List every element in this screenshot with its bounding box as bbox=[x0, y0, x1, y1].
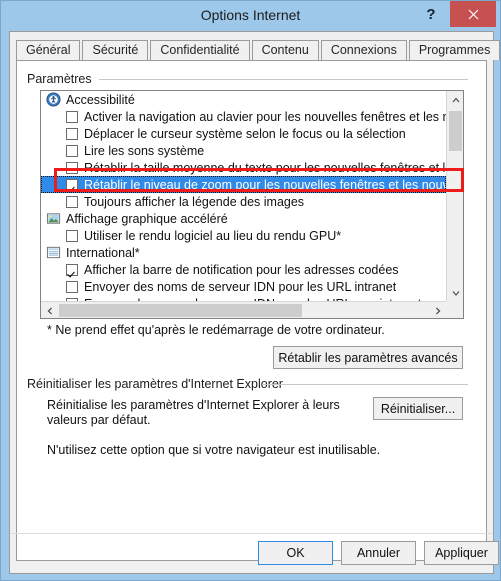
checkbox-unchecked-icon[interactable] bbox=[66, 144, 78, 157]
settings-list: Accessibilité Activer la navigation au c… bbox=[41, 91, 446, 301]
apply-button[interactable]: Appliquer bbox=[424, 541, 499, 565]
tab-securite[interactable]: Sécurité bbox=[82, 40, 149, 60]
list-item-label: Toujours afficher la légende des images bbox=[84, 194, 305, 209]
reset-button-label: Réinitialiser... bbox=[380, 401, 456, 416]
reset-group-rule bbox=[262, 384, 468, 385]
scroll-left-button[interactable] bbox=[41, 302, 58, 318]
list-item-label: Lire les sons système bbox=[84, 143, 205, 158]
checkbox-unchecked-icon[interactable] bbox=[66, 110, 78, 123]
apply-button-label: Appliquer bbox=[435, 546, 488, 560]
restart-footnote: * Ne prend effet qu'après le redémarrage… bbox=[47, 323, 385, 337]
listbox-vertical-scrollbar[interactable] bbox=[446, 91, 463, 301]
checkbox-unchecked-icon[interactable] bbox=[66, 229, 78, 242]
tab-page-avance: Paramètres Accessibilité Activer la navi… bbox=[16, 60, 487, 561]
list-item-checkbox-row[interactable]: Utiliser le rendu logiciel au lieu du re… bbox=[41, 227, 446, 244]
list-item-label: Rétablir le niveau de zoom pour les nouv… bbox=[84, 177, 446, 192]
list-item-label: Rétablir la taille moyenne du texte pour… bbox=[84, 160, 446, 175]
chevron-left-icon bbox=[47, 307, 52, 314]
checkbox-unchecked-icon[interactable] bbox=[66, 195, 78, 208]
list-category-accessibilite[interactable]: Accessibilité bbox=[41, 91, 446, 108]
settings-group-rule bbox=[99, 79, 468, 80]
tab-contenu[interactable]: Contenu bbox=[251, 40, 319, 60]
list-category-affichage-graphique[interactable]: Affichage graphique accéléré bbox=[41, 210, 446, 227]
reset-description: Réinitialise les paramètres d'Internet E… bbox=[47, 398, 340, 427]
reset-group-label: Réinitialiser les paramètres d'Internet … bbox=[27, 377, 289, 391]
list-item-checkbox-row[interactable]: Afficher la barre de notification pour l… bbox=[41, 261, 446, 278]
list-item-checkbox-row[interactable]: Envoyer des noms de serveur IDN pour les… bbox=[41, 278, 446, 295]
listbox-horizontal-scrollbar[interactable] bbox=[41, 301, 446, 318]
list-category-label: International* bbox=[66, 245, 140, 260]
close-icon bbox=[468, 9, 478, 19]
list-item-label: Activer la navigation au clavier pour le… bbox=[84, 109, 446, 124]
question-mark-icon: ? bbox=[426, 5, 436, 23]
title-bar: Options Internet ? bbox=[1, 1, 500, 31]
tab-programmes[interactable]: Programmes bbox=[408, 40, 500, 60]
accessibility-icon bbox=[46, 92, 61, 107]
checkbox-unchecked-icon[interactable] bbox=[66, 280, 78, 293]
reset-button[interactable]: Réinitialiser... bbox=[373, 397, 463, 420]
list-category-international[interactable]: International* bbox=[41, 244, 446, 261]
internet-options-dialog: Options Internet ? Général Sécurité Conf… bbox=[0, 0, 501, 581]
tab-connexions[interactable]: Connexions bbox=[320, 40, 407, 60]
dialog-client-area: Général Sécurité Confidentialité Contenu… bbox=[9, 31, 500, 574]
scroll-down-button[interactable] bbox=[447, 284, 463, 301]
restore-advanced-settings-button[interactable]: Rétablir les paramètres avancés bbox=[273, 346, 463, 369]
tab-strip: Général Sécurité Confidentialité Contenu… bbox=[16, 38, 500, 60]
dialog-button-bar: OK Annuler Appliquer bbox=[10, 533, 499, 573]
advanced-settings-listbox[interactable]: Accessibilité Activer la navigation au c… bbox=[40, 90, 464, 319]
checkbox-unchecked-icon[interactable] bbox=[66, 127, 78, 140]
list-item-selected-reset-zoom[interactable]: Rétablir le niveau de zoom pour les nouv… bbox=[41, 176, 446, 193]
list-item-checkbox-row[interactable]: Déplacer le curseur système selon le foc… bbox=[41, 125, 446, 142]
ok-button[interactable]: OK bbox=[258, 541, 333, 565]
button-bar-separator bbox=[10, 533, 493, 534]
list-item-label: Utiliser le rendu logiciel au lieu du re… bbox=[84, 228, 342, 243]
chevron-right-icon bbox=[435, 307, 440, 314]
list-item-label: Déplacer le curseur système selon le foc… bbox=[84, 126, 406, 141]
list-category-label: Affichage graphique accéléré bbox=[66, 211, 228, 226]
scroll-up-button[interactable] bbox=[447, 91, 463, 108]
checkbox-checked-icon[interactable] bbox=[66, 178, 78, 191]
help-button[interactable]: ? bbox=[416, 1, 446, 27]
list-item-checkbox-row[interactable]: Lire les sons système bbox=[41, 142, 446, 159]
reset-warning: N'utilisez cette option que si votre nav… bbox=[47, 443, 381, 457]
list-item-checkbox-row[interactable]: Toujours afficher la légende des images bbox=[41, 193, 446, 210]
ok-button-label: OK bbox=[286, 546, 305, 560]
list-item-label: Afficher la barre de notification pour l… bbox=[84, 262, 399, 277]
international-icon bbox=[46, 246, 61, 259]
cancel-button-label: Annuler bbox=[356, 546, 401, 560]
settings-group-label: Paramètres bbox=[27, 72, 98, 86]
tab-general[interactable]: Général bbox=[16, 40, 81, 60]
close-button[interactable] bbox=[450, 1, 496, 27]
chevron-down-icon bbox=[452, 290, 459, 296]
list-item-checkbox-row[interactable]: Activer la navigation au clavier pour le… bbox=[41, 108, 446, 125]
checkbox-unchecked-icon[interactable] bbox=[66, 161, 78, 174]
scroll-right-button[interactable] bbox=[429, 302, 446, 318]
tab-confidentialite[interactable]: Confidentialité bbox=[150, 40, 250, 60]
list-item-label: Envoyer des noms de serveur IDN pour les… bbox=[84, 279, 397, 294]
restore-advanced-settings-label: Rétablir les paramètres avancés bbox=[278, 350, 458, 365]
list-item-checkbox-row[interactable]: Rétablir la taille moyenne du texte pour… bbox=[41, 159, 446, 176]
checkbox-checked-icon[interactable] bbox=[66, 263, 78, 276]
graphics-icon bbox=[46, 213, 61, 224]
chevron-up-icon bbox=[452, 97, 459, 102]
vertical-scroll-thumb[interactable] bbox=[449, 111, 462, 151]
horizontal-scroll-thumb[interactable] bbox=[59, 304, 302, 317]
list-category-label: Accessibilité bbox=[66, 92, 135, 107]
scrollbar-corner bbox=[446, 301, 463, 318]
cancel-button[interactable]: Annuler bbox=[341, 541, 416, 565]
